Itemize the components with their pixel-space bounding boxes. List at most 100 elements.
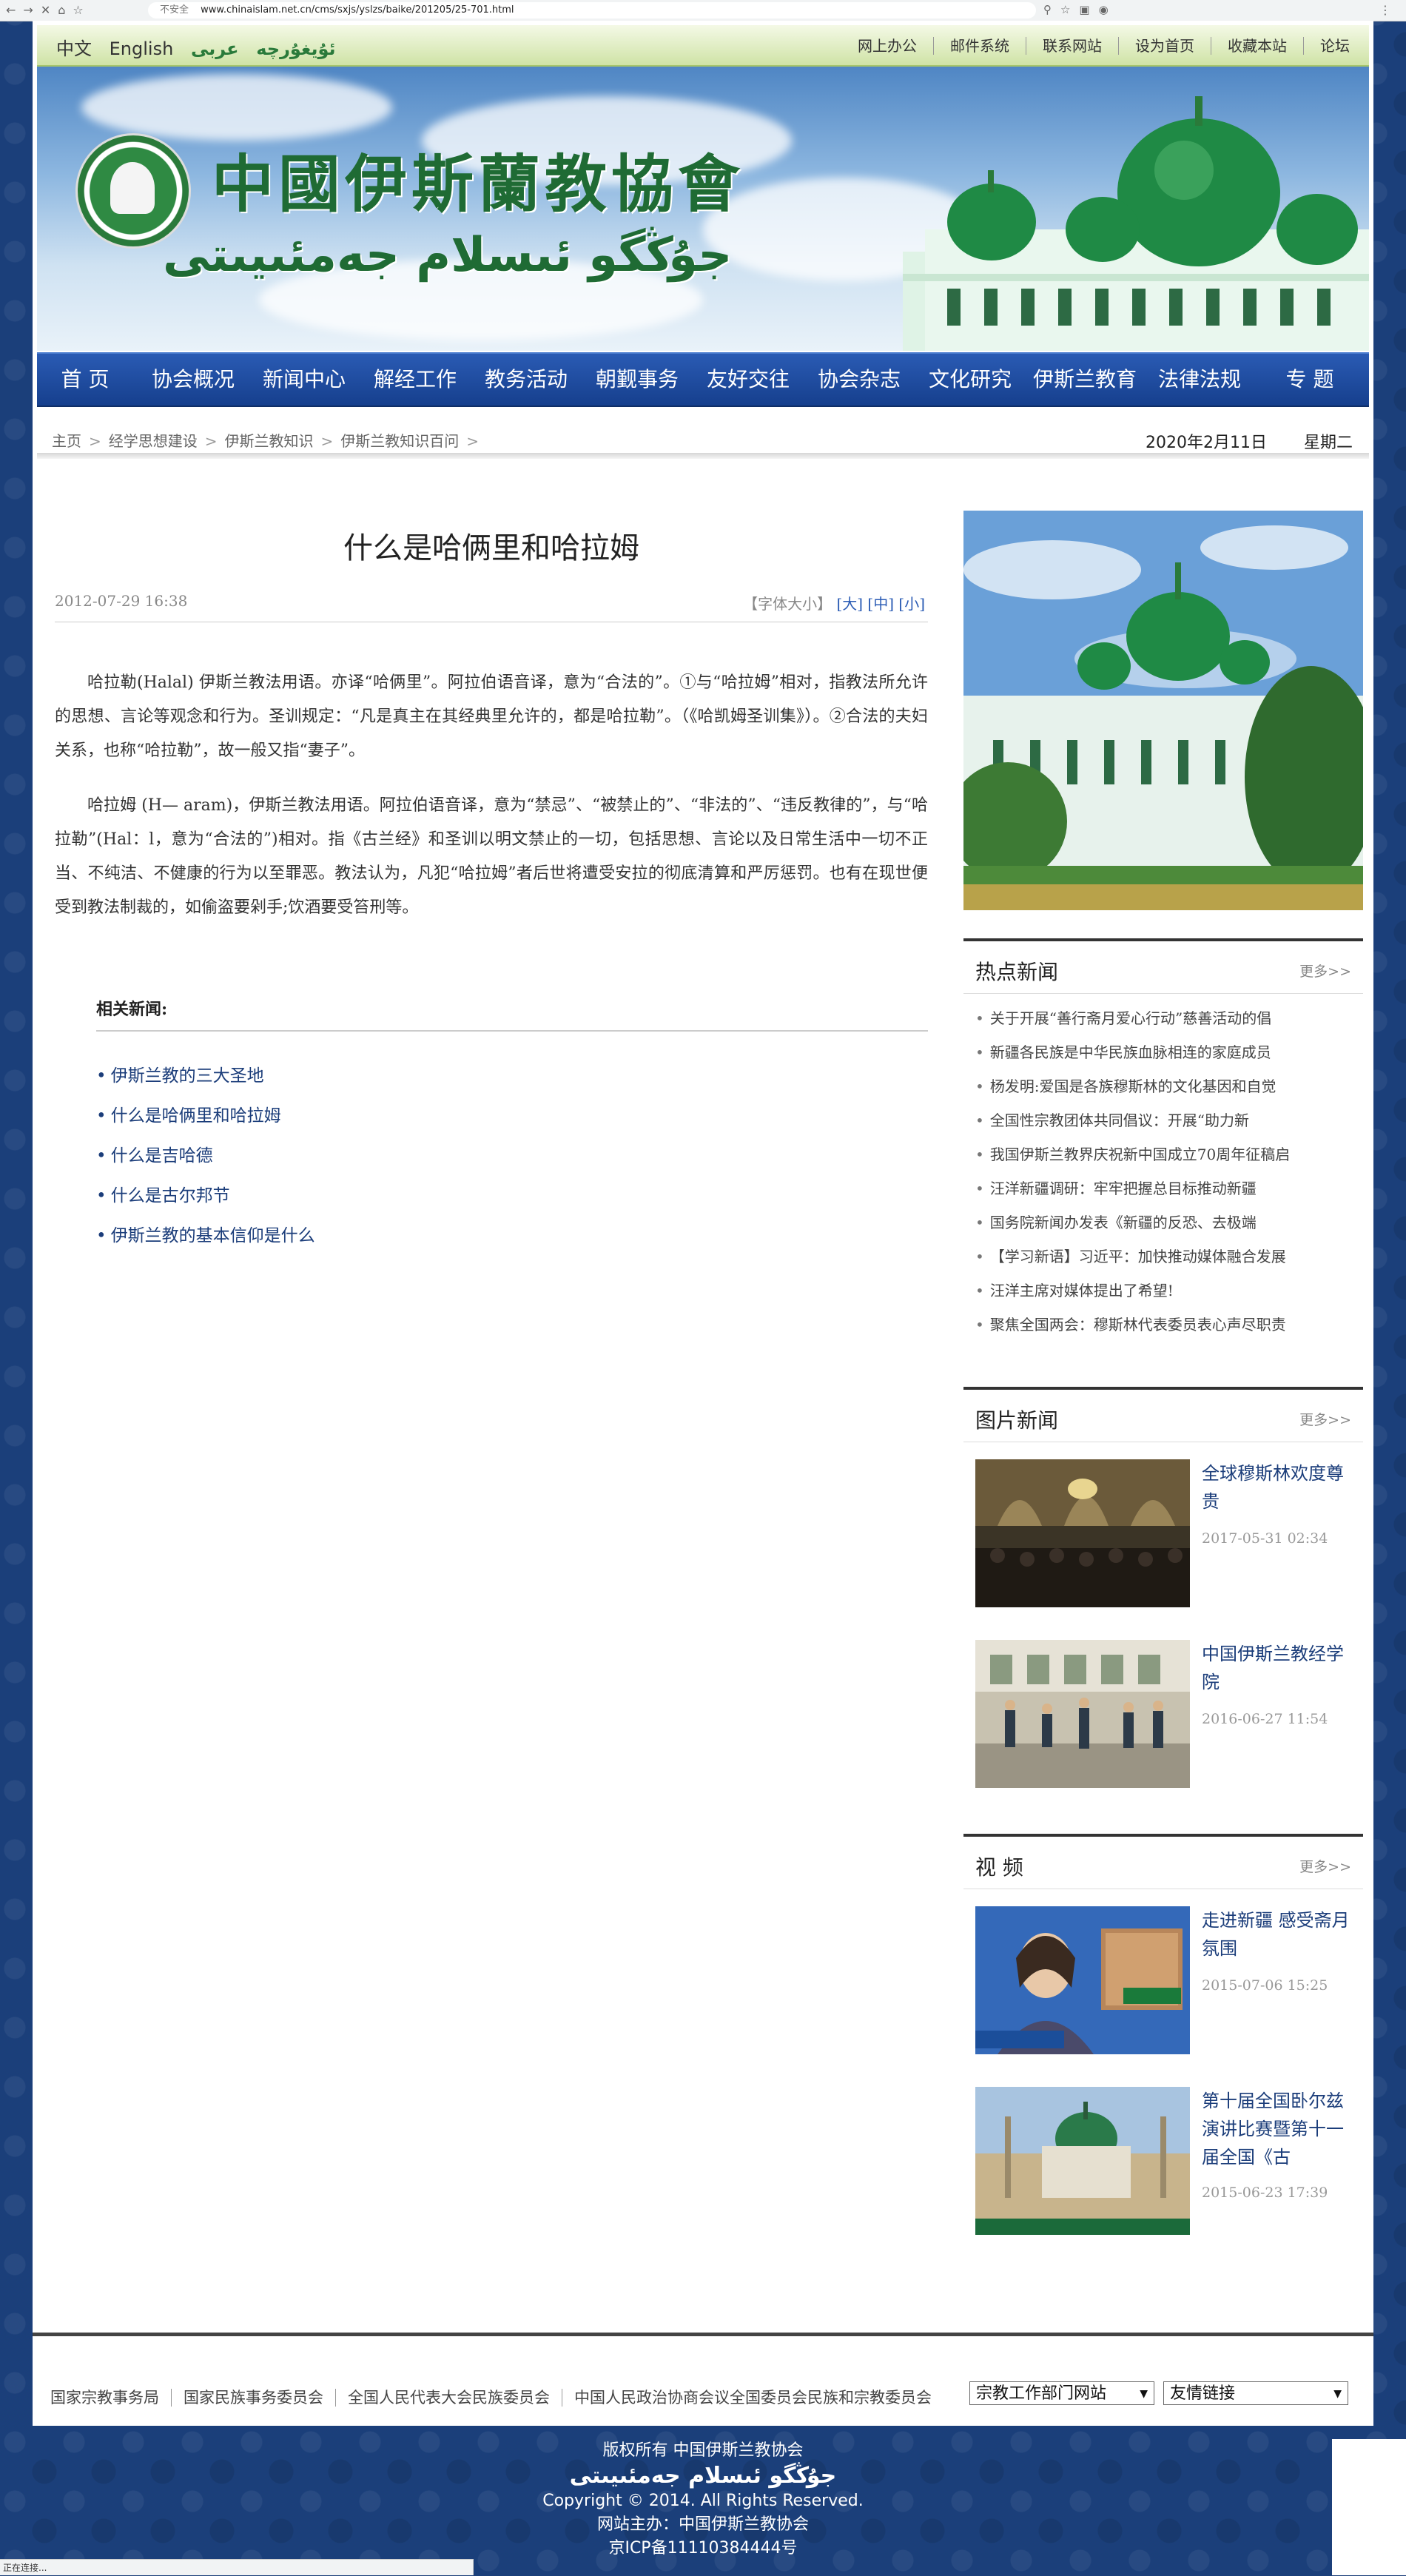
breadcrumb-item[interactable]: 伊斯兰教知识 <box>225 432 314 450</box>
related-news-item[interactable]: • 什么是吉哈德 <box>96 1141 315 1181</box>
link-contact[interactable]: 联系网站 <box>1026 37 1119 55</box>
weekday-text: 星期二 <box>1303 434 1353 452</box>
nav-religious-affairs[interactable]: 教务活动 <box>471 354 582 406</box>
hot-news-item[interactable]: • 全国性宗教团体共同倡议：开展“助力新 <box>975 1103 1345 1137</box>
browser-menu-icon[interactable]: ⋮ <box>1379 3 1399 17</box>
article-time: 2012-07-29 16:38 <box>55 592 188 610</box>
address-bar[interactable]: 不安全 www.chinaislam.net.cn/cms/sxjs/yslzs… <box>148 2 1036 19</box>
hot-news-item[interactable]: • 【学习新语】习近平：加快推动媒体融合发展 <box>975 1240 1345 1274</box>
picture-time: 2017-05-31 02:34 <box>1202 1530 1328 1547</box>
friend-links-select[interactable]: 友情链接 ▼ <box>1163 2381 1348 2405</box>
article-title: 什么是哈俩里和哈拉姆 <box>343 531 639 565</box>
nav-topics[interactable]: 专 题 <box>1258 354 1362 406</box>
lang-chinese[interactable]: 中文 <box>56 38 92 59</box>
footer-link[interactable]: 全国人民代表大会民族委员会 <box>336 2389 562 2407</box>
chevron-down-icon: ▼ <box>1333 2388 1342 2400</box>
link-set-homepage[interactable]: 设为首页 <box>1119 37 1211 55</box>
sidebar-mosque-photo[interactable] <box>963 511 1363 910</box>
language-switcher: 中文 English ئۇيغۇرچە عربى <box>56 34 348 60</box>
hot-news-item[interactable]: • 汪洋新疆调研：牢牢把握总目标推动新疆 <box>975 1171 1345 1205</box>
link-online-office[interactable]: 网上办公 <box>841 37 934 55</box>
nav-exchange[interactable]: 友好交往 <box>693 354 804 406</box>
picture-caption[interactable]: 中国伊斯兰教经学院 <box>1202 1640 1357 1696</box>
hot-news-item[interactable]: • 我国伊斯兰教界庆祝新中国成立70周年征稿启 <box>975 1137 1345 1171</box>
icp-number[interactable]: 京ICP备11110384444号 <box>0 2537 1406 2560</box>
copyright-uyghur: جۇڭگو ئىسلام جەمئىيىتى <box>569 2463 837 2489</box>
blank-overlay <box>1332 2439 1406 2575</box>
related-news-list: • 伊斯兰教的三大圣地 • 什么是哈俩里和哈拉姆 • 什么是吉哈德 • 什么是古尔邦节 … <box>96 1061 315 1261</box>
nav-about[interactable]: 协会概况 <box>138 354 249 406</box>
video-item[interactable]: 第十届全国卧尔兹演讲比赛暨第十一届全国《古 2015-06-23 17:39 <box>975 2087 1353 2235</box>
video-thumbnail[interactable] <box>975 2087 1190 2235</box>
picture-news-header: 图片新闻 更多>> <box>963 1390 1363 1442</box>
hot-news-more-link[interactable]: 更多>> <box>1299 961 1351 981</box>
breadcrumb-item[interactable]: 经学思想建设 <box>109 432 198 450</box>
nav-law[interactable]: 法律法规 <box>1144 354 1255 406</box>
video-thumbnail[interactable] <box>975 1906 1190 2054</box>
footer-link[interactable]: 国家民族事务委员会 <box>172 2389 336 2407</box>
video-panel: 视 频 更多>> 走进新疆 感受斋月氛围 2015-07-06 15:25 第十… <box>963 1834 1363 2273</box>
nav-hajj[interactable]: 朝觐事务 <box>582 354 693 406</box>
hot-news-panel: 热点新闻 更多>> • 关于开展“善行斋月爱心行动”慈善活动的倡 • 新疆各民族是中… <box>963 938 1363 1385</box>
hot-news-item[interactable]: • 聚焦全国两会：穆斯林代表委员表心声尽职责 <box>975 1308 1345 1342</box>
lang-arabic[interactable]: عربى <box>191 38 239 59</box>
video-caption[interactable]: 第十届全国卧尔兹演讲比赛暨第十一届全国《古 <box>1202 2087 1357 2171</box>
nav-exegesis[interactable]: 解经工作 <box>360 354 471 406</box>
hot-news-item[interactable]: • 国务院新闻办发表《新疆的反恐、去极端 <box>975 1205 1345 1240</box>
picture-thumbnail[interactable] <box>975 1459 1190 1607</box>
related-news-item[interactable]: • 伊斯兰教的三大圣地 <box>96 1061 315 1101</box>
font-small-link[interactable]: [小] <box>898 595 925 613</box>
footer-link[interactable]: 中国人民政治协商会议全国委员会民族和宗教委员会 <box>562 2389 944 2407</box>
browser-toolbar: ←→✕⌂☆ 不安全 www.chinaislam.net.cn/cms/sxjs… <box>0 0 1406 21</box>
related-news-item[interactable]: • 伊斯兰教的基本信仰是什么 <box>96 1221 315 1261</box>
link-mail[interactable]: 邮件系统 <box>934 37 1026 55</box>
footer-link[interactable]: 国家宗教事务局 <box>50 2389 172 2407</box>
breadcrumb-item[interactable]: 伊斯兰教知识百问 <box>340 432 459 450</box>
hot-news-item[interactable]: • 新疆各民族是中华民族血脉相连的家庭成员 <box>975 1035 1345 1069</box>
video-header: 视 频 更多>> <box>963 1837 1363 1889</box>
breadcrumb: 主页 > 经学思想建设 > 伊斯兰教知识 > 伊斯兰教知识百问 > <box>52 432 480 450</box>
link-forum[interactable]: 论坛 <box>1304 37 1354 55</box>
copyright-block: 版权所有 中国伊斯兰教协会 جۇڭگو ئىسلام جەمئىيىتى Cop… <box>0 2439 1406 2560</box>
browser-status-bar: 正在连接... <box>0 2559 474 2575</box>
hot-news-item[interactable]: • 汪洋主席对媒体提出了希望! <box>975 1274 1345 1308</box>
nav-research[interactable]: 文化研究 <box>915 354 1026 406</box>
browser-extension-icons[interactable]: ⚲☆▣◉ <box>1043 3 1117 16</box>
nav-home[interactable]: 首 页 <box>37 354 133 406</box>
religious-sites-select[interactable]: 宗教工作部门网站 ▼ <box>969 2381 1154 2405</box>
breadcrumb-divider <box>37 453 1369 459</box>
footer-links: 国家宗教事务局 国家民族事务委员会 全国人民代表大会民族委员会 中国人民政治协商会议全… <box>50 2386 944 2408</box>
article-meta: 2012-07-29 16:38 【字体大小】 [大] [中] [小] <box>55 592 928 622</box>
nav-education[interactable]: 伊斯兰教育 <box>1026 354 1144 406</box>
browser-nav-buttons[interactable]: ←→✕⌂☆ <box>6 3 91 17</box>
chevron-down-icon: ▼ <box>1140 2388 1148 2400</box>
page-container: 中文 English ئۇيغۇرچە عربى 网上办公 邮件系统 联系网站 设为首… <box>33 21 1373 2426</box>
picture-thumbnail[interactable] <box>975 1640 1190 1788</box>
picture-news-item[interactable]: 全球穆斯林欢度尊贵 2017-05-31 02:34 <box>975 1459 1353 1607</box>
video-item[interactable]: 走进新疆 感受斋月氛围 2015-07-06 15:25 <box>975 1906 1353 2054</box>
lang-uyghur[interactable]: ئۇيغۇرچە <box>256 38 335 59</box>
lang-english[interactable]: English <box>110 38 174 59</box>
copyright-english: Copyright © 2014. All Rights Reserved. <box>542 2492 864 2510</box>
link-bookmark[interactable]: 收藏本站 <box>1211 37 1304 55</box>
top-utility-bar: 中文 English ئۇيغۇرچە عربى 网上办公 邮件系统 联系网站 设为首… <box>37 25 1369 67</box>
insecure-label: 不安全 <box>160 4 189 16</box>
nav-magazine[interactable]: 协会杂志 <box>804 354 915 406</box>
picture-news-item[interactable]: 中国伊斯兰教经学院 2016-06-27 11:54 <box>975 1640 1353 1788</box>
picture-caption[interactable]: 全球穆斯林欢度尊贵 <box>1202 1459 1357 1516</box>
hot-news-item[interactable]: • 关于开展“善行斋月爱心行动”慈善活动的倡 <box>975 1001 1345 1035</box>
related-news-item[interactable]: • 什么是古尔邦节 <box>96 1181 315 1221</box>
picture-news-more-link[interactable]: 更多>> <box>1299 1409 1351 1429</box>
breadcrumb-home[interactable]: 主页 <box>52 432 81 450</box>
font-large-link[interactable]: [大] <box>836 595 863 613</box>
main-navigation: 首 页 协会概况 新闻中心 解经工作 教务活动 朝觐事务 友好交往 协会杂志 文… <box>37 352 1369 407</box>
video-more-link[interactable]: 更多>> <box>1299 1856 1351 1876</box>
font-medium-link[interactable]: [中] <box>867 595 894 613</box>
picture-news-title: 图片新闻 <box>975 1408 1059 1433</box>
related-news-item[interactable]: • 什么是哈俩里和哈拉姆 <box>96 1101 315 1141</box>
video-caption[interactable]: 走进新疆 感受斋月氛围 <box>1202 1906 1357 1963</box>
article-paragraph: 哈拉姆 (H— aram)，伊斯兰教法用语。阿拉伯语音译，意为“禁忌”、“被禁止… <box>55 796 928 917</box>
picture-time: 2016-06-27 11:54 <box>1202 1711 1328 1727</box>
nav-news[interactable]: 新闻中心 <box>249 354 360 406</box>
hot-news-item[interactable]: • 杨发明:爱国是各族穆斯林的文化基因和自觉 <box>975 1069 1345 1103</box>
